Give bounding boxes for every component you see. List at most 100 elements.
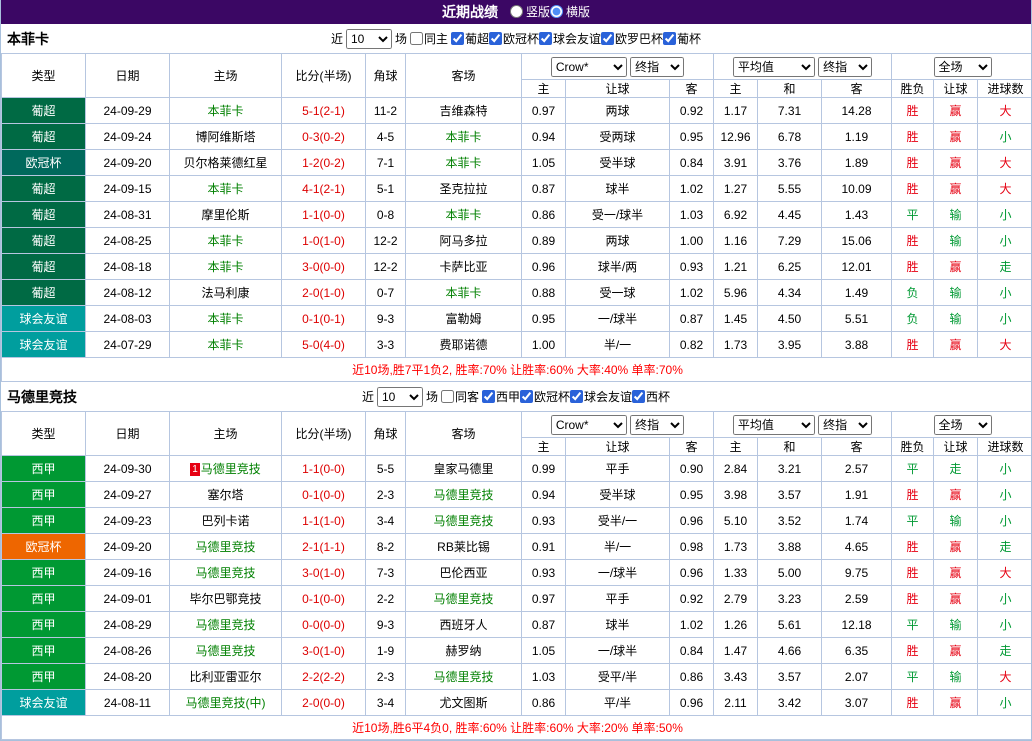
match-row: 西甲24-09-01毕尔巴鄂竞技0-1(0-0)2-2马德里竞技0.97平手0.… bbox=[2, 586, 1032, 612]
away-team-cell: 本菲卡 bbox=[406, 124, 522, 150]
league-filter[interactable]: 西杯 bbox=[632, 388, 670, 405]
odds-away-cell: 0.90 bbox=[670, 456, 714, 482]
league-filter-checkbox[interactable] bbox=[489, 32, 502, 45]
col-header-avg-away: 客 bbox=[822, 80, 892, 98]
odds-home-cell: 0.87 bbox=[522, 176, 566, 202]
average-kind-select[interactable]: 终指 bbox=[818, 415, 872, 435]
league-filter-checkbox[interactable] bbox=[601, 32, 614, 45]
same-filter[interactable]: 同主 bbox=[410, 30, 448, 47]
same-filter[interactable]: 同客 bbox=[441, 388, 479, 405]
league-filter-checkbox[interactable] bbox=[451, 32, 464, 45]
home-team-cell: 本菲卡 bbox=[170, 228, 282, 254]
league-filter[interactable]: 球会友谊 bbox=[570, 388, 632, 405]
odds-home-cell: 0.86 bbox=[522, 690, 566, 716]
league-filter-checkbox[interactable] bbox=[663, 32, 676, 45]
league-filter[interactable]: 葡超 bbox=[451, 30, 489, 47]
league-type-cell: 西甲 bbox=[2, 612, 86, 638]
recent-prefix-label: 近 bbox=[362, 388, 374, 405]
league-filter[interactable]: 欧冠杯 bbox=[520, 388, 570, 405]
odds-away-cell: 1.03 bbox=[670, 202, 714, 228]
goals-result-cell: 小 bbox=[978, 612, 1032, 638]
odds-away-cell: 0.84 bbox=[670, 150, 714, 176]
odds-home-cell: 1.03 bbox=[522, 664, 566, 690]
goals-result-cell: 小 bbox=[978, 280, 1032, 306]
rank-badge: 1 bbox=[190, 463, 200, 476]
home-team-cell: 马德里竞技 bbox=[170, 560, 282, 586]
odds-home-cell: 0.97 bbox=[522, 98, 566, 124]
odds-home-cell: 0.97 bbox=[522, 586, 566, 612]
league-filter-checkbox[interactable] bbox=[632, 390, 645, 403]
league-filter-label: 球会友谊 bbox=[584, 388, 632, 405]
average-select[interactable]: 平均值 bbox=[733, 415, 815, 435]
league-filter-checkbox[interactable] bbox=[520, 390, 533, 403]
league-filter[interactable]: 葡杯 bbox=[663, 30, 701, 47]
recent-count-select[interactable]: 10 bbox=[377, 387, 423, 407]
odds-kind-select[interactable]: 终指 bbox=[630, 415, 684, 435]
col-header-type: 类型 bbox=[2, 412, 86, 456]
avg-home-cell: 6.92 bbox=[714, 202, 758, 228]
league-filter-label: 葡杯 bbox=[677, 30, 701, 47]
league-filter-checkbox[interactable] bbox=[539, 32, 552, 45]
odds-kind-select[interactable]: 终指 bbox=[630, 57, 684, 77]
score-cell: 0-1(0-1) bbox=[282, 306, 366, 332]
avg-away-cell: 14.28 bbox=[822, 98, 892, 124]
handicap-cell: 受半球 bbox=[566, 482, 670, 508]
odds-home-cell: 0.94 bbox=[522, 482, 566, 508]
col-header-avg-draw: 和 bbox=[758, 438, 822, 456]
score-cell: 4-1(2-1) bbox=[282, 176, 366, 202]
average-select[interactable]: 平均值 bbox=[733, 57, 815, 77]
match-date-cell: 24-09-27 bbox=[86, 482, 170, 508]
view-radio[interactable] bbox=[550, 5, 563, 18]
recent-count-select[interactable]: 10 bbox=[346, 29, 392, 49]
home-team-name: 博阿维斯塔 bbox=[195, 130, 255, 144]
home-team-cell: 本菲卡 bbox=[170, 254, 282, 280]
league-filter-checkbox[interactable] bbox=[570, 390, 583, 403]
handicap-cell: 半/一 bbox=[566, 332, 670, 358]
col-header-odds-away: 客 bbox=[670, 80, 714, 98]
league-filter[interactable]: 球会友谊 bbox=[539, 30, 601, 47]
corner-cell: 11-2 bbox=[366, 98, 406, 124]
league-filter[interactable]: 欧罗巴杯 bbox=[601, 30, 663, 47]
handicap-result-cell: 赢 bbox=[934, 560, 978, 586]
away-team-cell: 赫罗纳 bbox=[406, 638, 522, 664]
result-cell: 平 bbox=[892, 202, 934, 228]
corner-cell: 9-3 bbox=[366, 306, 406, 332]
filter-controls: 近 10 场 同客 西甲欧冠杯球会友谊西杯 bbox=[362, 387, 670, 407]
away-team-cell: 马德里竞技 bbox=[406, 482, 522, 508]
result-cell: 胜 bbox=[892, 228, 934, 254]
rows-body: 葡超24-09-29本菲卡5-1(2-1)11-2吉维森特0.97两球0.921… bbox=[2, 98, 1032, 358]
away-team-name: 圣克拉拉 bbox=[439, 182, 487, 196]
view-radio[interactable] bbox=[510, 5, 523, 18]
corner-cell: 8-2 bbox=[366, 534, 406, 560]
view-option-2[interactable]: 横版 bbox=[550, 3, 590, 20]
same-filter-checkbox[interactable] bbox=[441, 390, 454, 403]
odds-source-select[interactable]: Crow* bbox=[551, 415, 627, 435]
avg-draw-cell: 5.00 bbox=[758, 560, 822, 586]
league-filter[interactable]: 欧冠杯 bbox=[489, 30, 539, 47]
home-team-cell: 本菲卡 bbox=[170, 332, 282, 358]
avg-away-cell: 3.88 bbox=[822, 332, 892, 358]
handicap-result-cell: 走 bbox=[934, 456, 978, 482]
home-team-name: 马德里竞技 bbox=[195, 566, 255, 580]
league-filter-checkbox[interactable] bbox=[482, 390, 495, 403]
league-filter[interactable]: 西甲 bbox=[482, 388, 520, 405]
sections-container: 本菲卡 近 10 场 同主 葡超欧冠杯球会友谊欧罗巴杯葡杯 bbox=[1, 24, 1031, 740]
avg-draw-cell: 3.21 bbox=[758, 456, 822, 482]
odds-away-cell: 0.86 bbox=[670, 664, 714, 690]
scope-select[interactable]: 全场 bbox=[934, 415, 992, 435]
same-filter-checkbox[interactable] bbox=[410, 32, 423, 45]
away-team-cell: 西班牙人 bbox=[406, 612, 522, 638]
corner-cell: 9-3 bbox=[366, 612, 406, 638]
average-kind-select[interactable]: 终指 bbox=[818, 57, 872, 77]
view-option-1[interactable]: 竖版 bbox=[510, 3, 550, 20]
header-row-top: 类型 日期 主场 比分(半场) 角球 客场 Crow* 终指 平均值 终指 bbox=[2, 54, 1032, 80]
scope-select[interactable]: 全场 bbox=[934, 57, 992, 77]
league-filter-label: 葡超 bbox=[465, 30, 489, 47]
avg-draw-cell: 3.52 bbox=[758, 508, 822, 534]
match-row: 球会友谊24-08-11马德里竞技(中)2-0(0-0)3-4尤文图斯0.86平… bbox=[2, 690, 1032, 716]
goals-result-cell: 走 bbox=[978, 534, 1032, 560]
odds-source-select[interactable]: Crow* bbox=[551, 57, 627, 77]
match-date-cell: 24-08-12 bbox=[86, 280, 170, 306]
home-team-name: 巴列卡诺 bbox=[201, 514, 249, 528]
odds-home-cell: 1.05 bbox=[522, 150, 566, 176]
